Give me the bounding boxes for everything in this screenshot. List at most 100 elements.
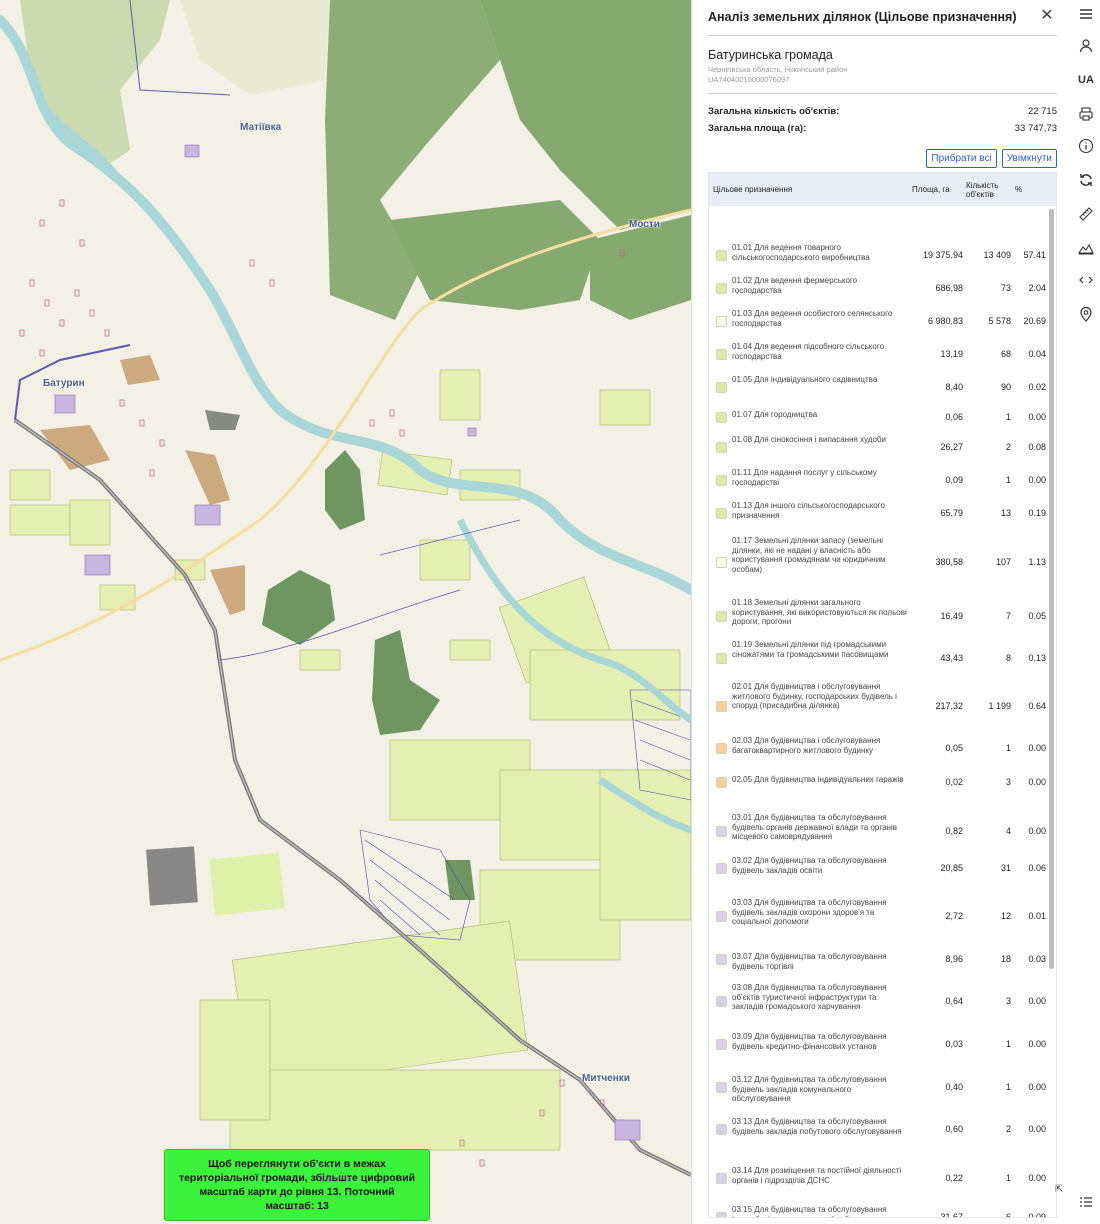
row-area: 19 375,94 bbox=[922, 249, 963, 260]
row-pct: 0.03 bbox=[1028, 953, 1046, 964]
row-area: 0,06 bbox=[945, 411, 963, 422]
table-row[interactable]: 03.02 Для будівництва та обслуговування … bbox=[709, 856, 1046, 880]
table-row[interactable]: 03.15 Для будівництва та обслуговування … bbox=[709, 1205, 1046, 1217]
ruler-icon[interactable] bbox=[1078, 206, 1094, 222]
row-checkbox[interactable] bbox=[716, 652, 727, 664]
language-switch[interactable]: UA bbox=[1078, 72, 1094, 88]
table-row[interactable]: 01.05 Для індивідуального садівництва 8,4… bbox=[709, 375, 1046, 399]
row-area: 0,03 bbox=[945, 1038, 963, 1049]
row-checkbox[interactable] bbox=[716, 348, 727, 360]
table-row[interactable]: 01.11 Для надання послуг у сільському го… bbox=[709, 468, 1046, 492]
elevation-profile-icon[interactable] bbox=[1077, 240, 1094, 256]
row-count: 1 bbox=[1005, 1081, 1011, 1092]
row-checkbox[interactable] bbox=[716, 441, 727, 453]
row-count: 1 bbox=[1005, 474, 1011, 485]
row-checkbox[interactable] bbox=[716, 825, 727, 837]
location-pin-icon[interactable] bbox=[1078, 306, 1094, 322]
table-row[interactable]: 01.19 Земельні ділянки під громадськими … bbox=[709, 640, 1046, 676]
row-purpose: 03.14 Для розміщення та постійної діяльн… bbox=[732, 1166, 902, 1185]
row-count: 2 bbox=[1005, 1123, 1011, 1134]
table-row[interactable]: 03.07 Для будівництва та обслуговування … bbox=[709, 952, 1046, 971]
row-count: 13 bbox=[1000, 507, 1011, 518]
table-row[interactable]: 01.08 Для сінокосіння і випасання худоби… bbox=[709, 435, 1046, 459]
panel-header: Аналіз земельних ділянок (Цільове призна… bbox=[708, 6, 1057, 36]
row-checkbox[interactable] bbox=[716, 776, 727, 788]
row-checkbox[interactable] bbox=[716, 1172, 727, 1184]
table-row[interactable]: 01.07 Для городництва 0,06 1 0.00 bbox=[709, 410, 1046, 424]
table-row[interactable]: 02.01 Для будівництва і обслуговування ж… bbox=[709, 682, 1046, 730]
menu-icon[interactable] bbox=[1078, 6, 1094, 22]
row-checkbox[interactable] bbox=[716, 995, 727, 1007]
remove-all-button[interactable]: Прибрати всі bbox=[926, 149, 997, 168]
row-checkbox[interactable] bbox=[716, 700, 727, 712]
table-row[interactable]: 03.09 Для будівництва та обслуговування … bbox=[709, 1032, 1046, 1056]
row-checkbox[interactable] bbox=[716, 474, 727, 486]
enable-button[interactable]: Увімкнути bbox=[1001, 149, 1057, 168]
total-objects-row: Загальна кількість об'єктів: 22 715 bbox=[708, 106, 1057, 123]
row-checkbox[interactable] bbox=[716, 910, 727, 922]
row-purpose: 02.05 Для будівництва індивідуальних гар… bbox=[732, 775, 904, 784]
row-checkbox[interactable] bbox=[716, 1081, 727, 1093]
row-checkbox[interactable] bbox=[716, 282, 727, 294]
row-pct: 0.02 bbox=[1028, 381, 1046, 392]
row-checkbox[interactable] bbox=[716, 556, 727, 568]
row-checkbox[interactable] bbox=[716, 249, 727, 261]
table-row[interactable]: 01.04 Для ведення підсобного сільського … bbox=[709, 342, 1046, 366]
print-icon[interactable] bbox=[1078, 106, 1094, 122]
table-row[interactable]: 01.03 Для ведення особистого селянського… bbox=[709, 309, 1046, 333]
row-count: 1 bbox=[1005, 742, 1011, 753]
row-purpose: 03.12 Для будівництва та обслуговування … bbox=[732, 1075, 887, 1104]
row-purpose: 03.03 Для будівництва та обслуговування … bbox=[732, 898, 887, 927]
row-purpose: 01.08 Для сінокосіння і випасання худоби bbox=[732, 435, 886, 444]
table-row[interactable]: 03.12 Для будівництва та обслуговування … bbox=[709, 1075, 1046, 1103]
layers-list-icon[interactable] bbox=[1078, 1194, 1094, 1210]
table-row[interactable]: 03.14 Для розміщення та постійної діяльн… bbox=[709, 1166, 1046, 1190]
map-label-mosty: Мости bbox=[629, 219, 660, 230]
map-canvas[interactable]: Матіївка Батурин Мости Митченки Щоб пере… bbox=[0, 0, 691, 1224]
row-checkbox[interactable] bbox=[716, 953, 727, 965]
row-purpose: 03.01 Для будівництва та обслуговування … bbox=[732, 813, 897, 842]
row-checkbox[interactable] bbox=[716, 507, 727, 519]
row-purpose: 03.07 Для будівництва та обслуговування … bbox=[732, 952, 887, 971]
left-right-arrows-icon[interactable] bbox=[1078, 272, 1094, 288]
info-icon[interactable] bbox=[1078, 138, 1094, 154]
table-row[interactable]: 02.05 Для будівництва індивідуальних гар… bbox=[709, 775, 1046, 789]
close-icon[interactable]: ✕ bbox=[1037, 6, 1057, 26]
row-checkbox[interactable] bbox=[716, 1038, 727, 1050]
table-row[interactable]: 01.13 Для іншого сільськогосподарського … bbox=[709, 501, 1046, 525]
row-pct: 0.01 bbox=[1028, 910, 1046, 921]
column-pct: % bbox=[1015, 185, 1023, 194]
row-checkbox[interactable] bbox=[716, 610, 727, 622]
row-count: 2 bbox=[1005, 441, 1011, 452]
row-checkbox[interactable] bbox=[716, 1211, 727, 1217]
row-checkbox[interactable] bbox=[716, 315, 727, 327]
row-purpose: 01.05 Для індивідуального садівництва bbox=[732, 375, 878, 384]
user-icon[interactable] bbox=[1078, 38, 1094, 54]
table-row[interactable]: 03.13 Для будівництва та обслуговування … bbox=[709, 1117, 1046, 1141]
purpose-table: Цільове призначення Площа, га Кількість … bbox=[708, 172, 1057, 1218]
row-checkbox[interactable] bbox=[716, 862, 727, 874]
table-row[interactable]: 01.01 Для ведення товарного сільськогосп… bbox=[709, 243, 1046, 267]
table-row[interactable]: 02.03 Для будівництва і обслуговування б… bbox=[709, 736, 1046, 760]
row-checkbox[interactable] bbox=[716, 381, 727, 393]
refresh-icon[interactable] bbox=[1078, 172, 1094, 188]
row-count: 5 578 bbox=[988, 315, 1011, 326]
row-checkbox[interactable] bbox=[716, 1123, 727, 1135]
table-scrollbar[interactable] bbox=[1049, 209, 1054, 969]
table-row[interactable]: 03.03 Для будівництва та обслуговування … bbox=[709, 898, 1046, 934]
row-area: 0,60 bbox=[945, 1123, 963, 1134]
row-pct: 0.19 bbox=[1028, 507, 1046, 518]
row-pct: 0.06 bbox=[1028, 862, 1046, 873]
map-label-matiivka: Матіївка bbox=[240, 122, 282, 133]
row-checkbox[interactable] bbox=[716, 411, 727, 423]
resize-handle-icon[interactable]: ⇱ bbox=[1055, 1184, 1063, 1195]
table-row[interactable]: 01.18 Земельні ділянки загального корист… bbox=[709, 598, 1046, 634]
row-area: 686,98 bbox=[935, 282, 963, 293]
table-row[interactable]: 03.01 Для будівництва та обслуговування … bbox=[709, 813, 1046, 849]
table-row[interactable]: 01.02 Для ведення фермерського господарс… bbox=[709, 276, 1046, 300]
row-purpose: 01.11 Для надання послуг у сільському го… bbox=[732, 468, 877, 487]
table-row[interactable]: 01.17 Земельні ділянки запасу (земельні … bbox=[709, 536, 1046, 588]
row-checkbox[interactable] bbox=[716, 742, 727, 754]
table-row[interactable]: 03.08 Для будівництва та обслуговування … bbox=[709, 983, 1046, 1019]
row-purpose: 03.08 Для будівництва та обслуговування … bbox=[732, 983, 887, 1012]
